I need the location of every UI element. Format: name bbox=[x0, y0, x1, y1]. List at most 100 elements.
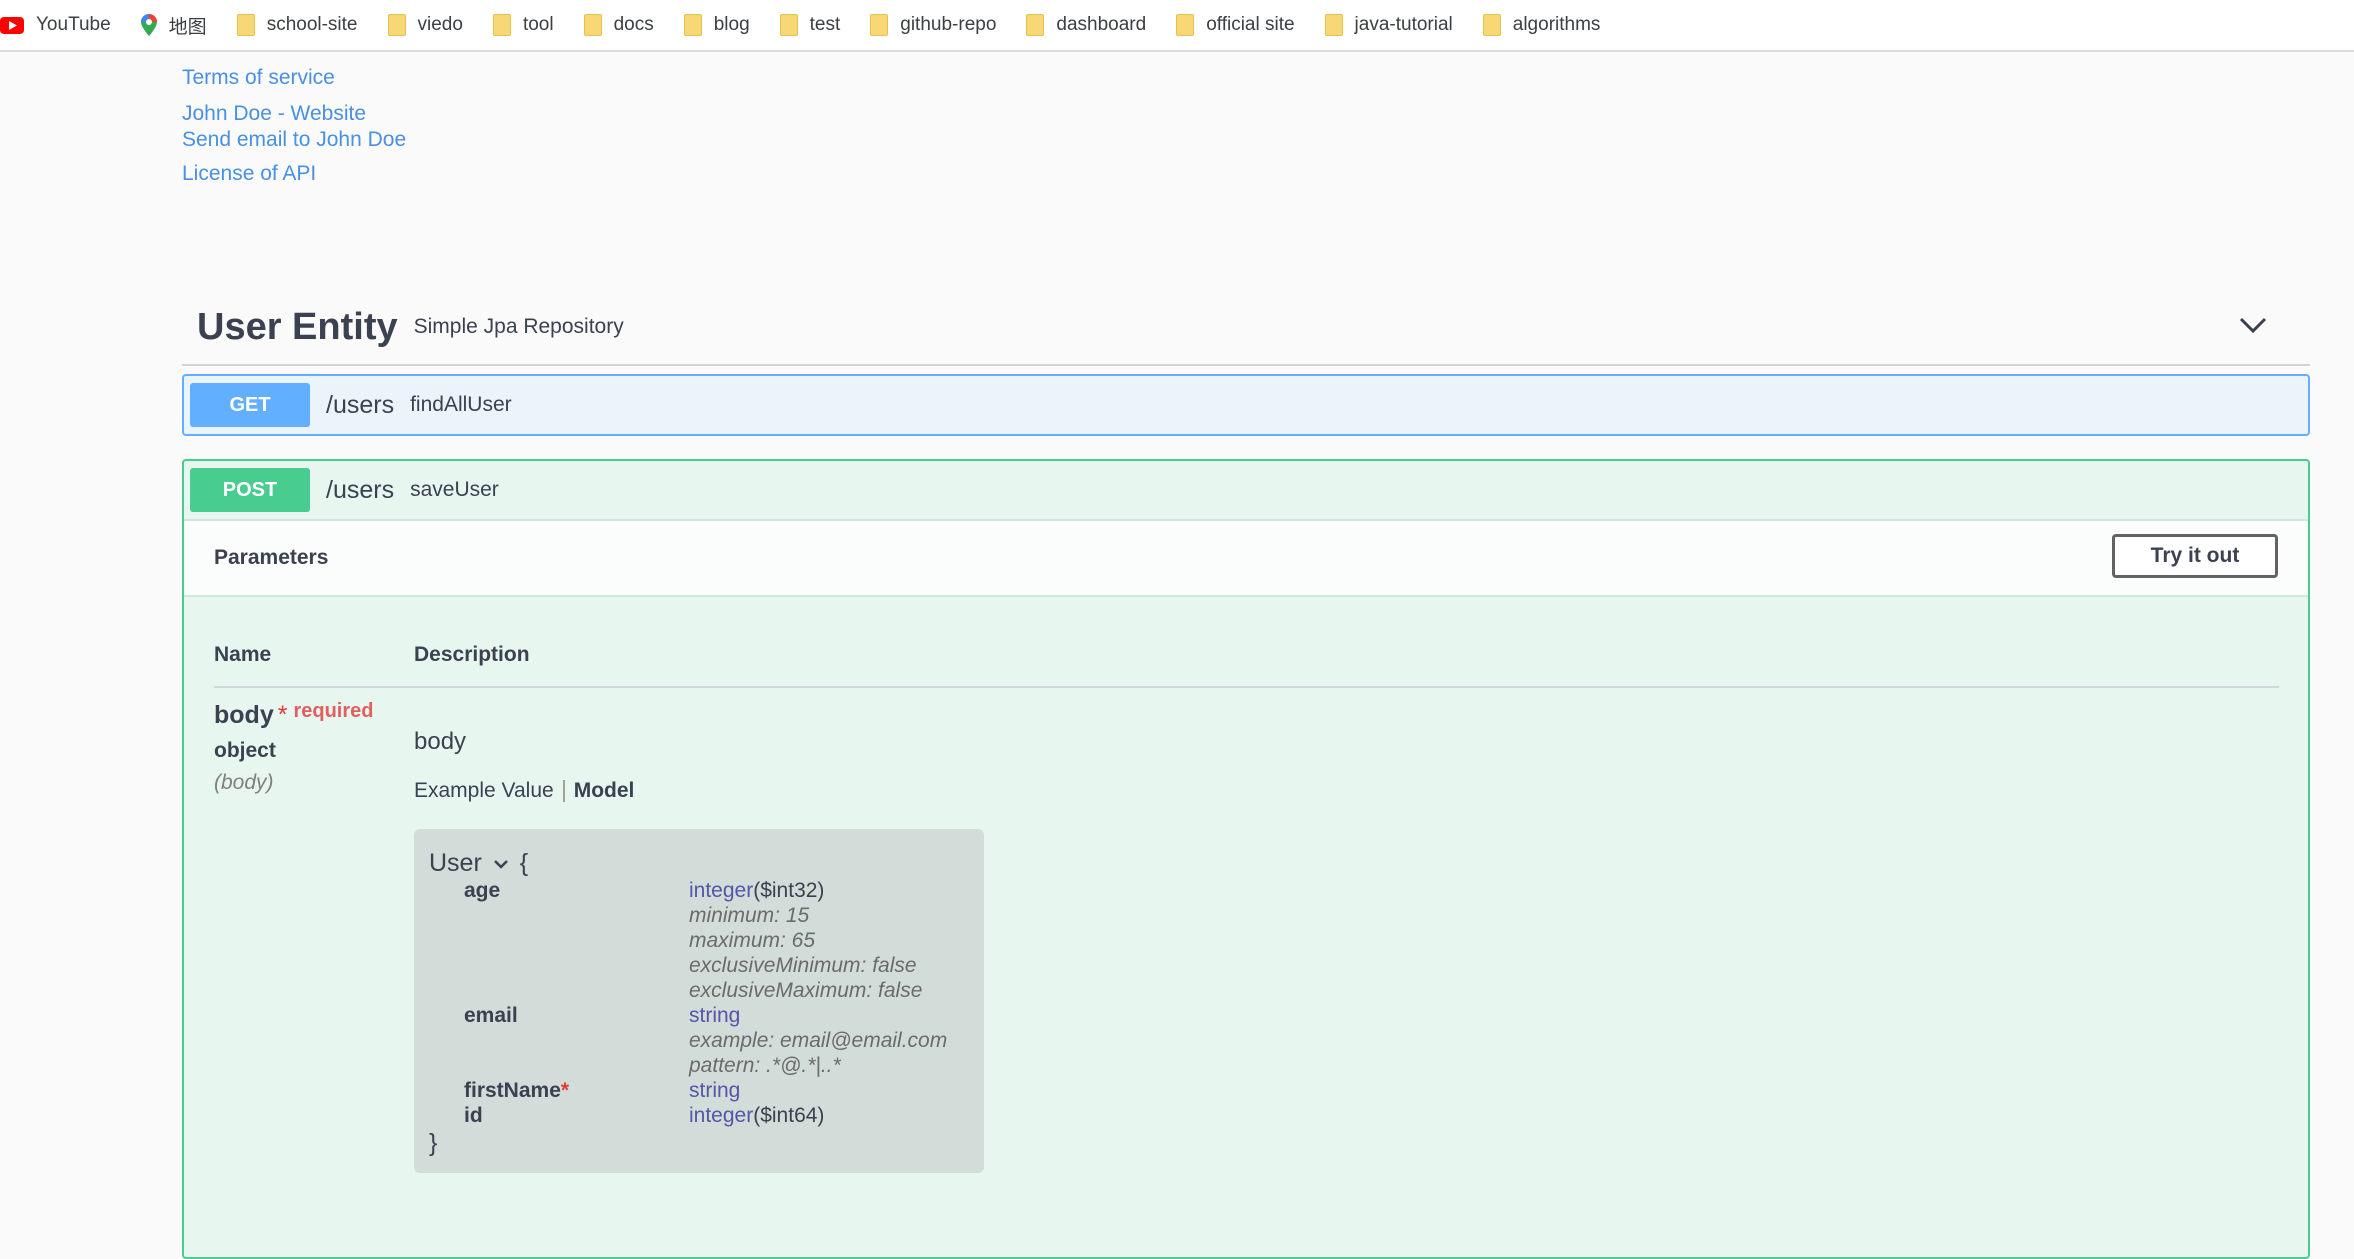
method-badge: POST bbox=[190, 468, 310, 512]
bookmark-label: 地图 bbox=[168, 16, 207, 38]
parameter-name-text: body bbox=[214, 701, 274, 729]
contact-email-link[interactable]: Send email to John Doe bbox=[182, 128, 406, 152]
bookmark-label: viedo bbox=[417, 14, 463, 35]
model-name: User bbox=[429, 849, 482, 877]
bookmark-youtube[interactable]: YouTube bbox=[0, 14, 111, 36]
bookmark-blog[interactable]: blog bbox=[683, 14, 750, 36]
bookmark-label: tool bbox=[522, 14, 554, 35]
column-header-description: Description bbox=[414, 643, 530, 666]
maps-icon bbox=[140, 14, 157, 36]
operation-summary-text: saveUser bbox=[410, 478, 499, 501]
bookmark-label: algorithms bbox=[1512, 14, 1601, 35]
property-exclusive-maximum: exclusiveMaximum: false bbox=[689, 979, 923, 1002]
model-schema-box: User { age integer($int32) minimum: 15 m… bbox=[414, 829, 984, 1173]
bookmark-docs[interactable]: docs bbox=[583, 14, 654, 36]
folder-icon bbox=[1324, 14, 1343, 36]
required-star: * bbox=[277, 701, 288, 729]
tab-example-value[interactable]: Example Value bbox=[414, 779, 554, 803]
api-info-links: Terms of service John Doe - Website Send… bbox=[182, 62, 406, 186]
parameter-description: body bbox=[414, 728, 467, 755]
model-header: User { bbox=[429, 849, 528, 878]
bookmark-label: java-tutorial bbox=[1354, 14, 1453, 35]
parameter-type: object bbox=[214, 739, 276, 762]
folder-icon bbox=[387, 14, 406, 36]
terms-of-service-link[interactable]: Terms of service bbox=[182, 66, 406, 90]
chevron-down-icon[interactable] bbox=[492, 855, 510, 873]
tag-description: Simple Jpa Repository bbox=[413, 315, 624, 338]
tab-divider bbox=[562, 780, 565, 802]
folder-icon bbox=[1026, 14, 1045, 36]
youtube-icon bbox=[0, 16, 24, 34]
property-name: id bbox=[464, 1104, 483, 1127]
bookmark-github-repo[interactable]: github-repo bbox=[870, 14, 996, 36]
property-name: age bbox=[464, 879, 501, 902]
chevron-down-icon[interactable] bbox=[2236, 308, 2270, 342]
operation-get-users[interactable]: GET /users findAllUser bbox=[182, 374, 2310, 436]
tag-section-header[interactable]: User Entity Simple Jpa Repository bbox=[182, 290, 2310, 366]
bookmark-label: dashboard bbox=[1056, 14, 1147, 35]
folder-icon bbox=[1176, 14, 1195, 36]
bookmark-test[interactable]: test bbox=[779, 14, 841, 36]
property-format: ($int32) bbox=[753, 879, 825, 902]
bookmark-label: test bbox=[809, 14, 841, 35]
method-badge: GET bbox=[190, 383, 310, 427]
property-type: string bbox=[689, 1079, 741, 1102]
open-brace: { bbox=[519, 849, 529, 877]
bookmark-maps[interactable]: 地图 bbox=[140, 12, 207, 39]
parameter-name: body * required bbox=[214, 700, 374, 730]
parameters-title: Parameters bbox=[214, 546, 329, 569]
property-pattern: pattern: .*@.*|..* bbox=[689, 1054, 841, 1077]
folder-icon bbox=[683, 14, 702, 36]
tag-title: User Entity bbox=[197, 305, 398, 348]
folder-icon bbox=[583, 14, 602, 36]
bookmark-algorithms[interactable]: algorithms bbox=[1482, 14, 1601, 36]
operation-path: /users bbox=[326, 390, 395, 419]
property-exclusive-minimum: exclusiveMinimum: false bbox=[689, 954, 917, 977]
property-example: example: email@email.com bbox=[689, 1029, 948, 1052]
required-label: required bbox=[293, 700, 374, 722]
body-tabs: Example Value Model bbox=[414, 779, 634, 803]
bookmark-label: docs bbox=[613, 14, 654, 35]
required-star: * bbox=[560, 1079, 570, 1102]
property-maximum: maximum: 65 bbox=[689, 929, 816, 952]
bookmark-label: blog bbox=[713, 14, 750, 35]
license-link[interactable]: License of API bbox=[182, 162, 406, 186]
bookmark-tool[interactable]: tool bbox=[492, 14, 554, 36]
bookmark-label: official site bbox=[1206, 14, 1295, 35]
bookmark-official-site[interactable]: official site bbox=[1176, 14, 1295, 36]
close-brace: } bbox=[429, 1129, 438, 1157]
folder-icon bbox=[1482, 14, 1501, 36]
operation-post-users: POST /users saveUser Parameters Try it o… bbox=[182, 459, 2310, 1259]
operation-summary-text: findAllUser bbox=[410, 393, 512, 416]
parameters-header: Parameters Try it out bbox=[184, 519, 2308, 597]
column-header-name: Name bbox=[214, 643, 272, 666]
bookmark-label: github-repo bbox=[900, 14, 997, 35]
property-type: string bbox=[689, 1004, 741, 1027]
bookmark-label: school-site bbox=[266, 14, 358, 35]
property-name-text: firstName bbox=[464, 1079, 561, 1102]
bookmark-school-site[interactable]: school-site bbox=[236, 14, 358, 36]
property-name: firstName* bbox=[464, 1079, 569, 1103]
bookmark-java-tutorial[interactable]: java-tutorial bbox=[1324, 14, 1453, 36]
table-divider bbox=[214, 686, 2279, 688]
folder-icon bbox=[779, 14, 798, 36]
folder-icon bbox=[870, 14, 889, 36]
property-minimum: minimum: 15 bbox=[689, 904, 810, 927]
property-name: email bbox=[464, 1004, 518, 1027]
property-type-text: integer bbox=[689, 1104, 754, 1127]
property-type-text: integer bbox=[689, 879, 754, 902]
folder-icon bbox=[492, 14, 511, 36]
property-type: integer($int32) bbox=[689, 879, 824, 903]
try-it-out-button[interactable]: Try it out bbox=[2112, 534, 2278, 578]
parameter-location: (body) bbox=[214, 771, 274, 794]
property-type: integer($int64) bbox=[689, 1104, 824, 1128]
operation-path: /users bbox=[326, 475, 395, 504]
tab-model[interactable]: Model bbox=[574, 779, 635, 803]
contact-website-link[interactable]: John Doe - Website bbox=[182, 102, 406, 126]
bookmark-viedo[interactable]: viedo bbox=[387, 14, 463, 36]
bookmark-dashboard[interactable]: dashboard bbox=[1026, 14, 1146, 36]
operation-summary[interactable]: POST /users saveUser bbox=[184, 461, 2308, 519]
bookmarks-bar: YouTube 地图 school-site viedo tool docs b… bbox=[0, 0, 2354, 52]
operation-summary[interactable]: GET /users findAllUser bbox=[184, 376, 2308, 434]
bookmark-label: YouTube bbox=[36, 14, 111, 35]
